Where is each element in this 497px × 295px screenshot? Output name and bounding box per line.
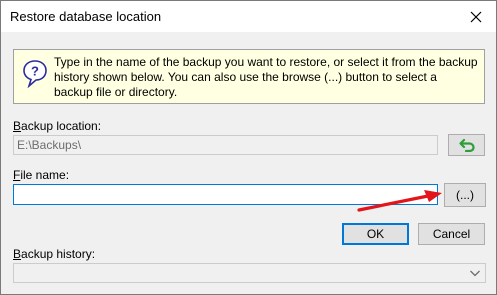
info-text: Type in the name of the backup you want … (54, 55, 478, 99)
cancel-button-label: Cancel (432, 227, 471, 241)
question-mark-icon: ? (23, 60, 47, 88)
window-title: Restore database location (10, 9, 162, 24)
title-bar: Restore database location (1, 1, 496, 32)
file-name-label: File name: (13, 168, 70, 182)
cancel-button[interactable]: Cancel (418, 223, 485, 245)
browse-button[interactable]: (...) (444, 183, 486, 207)
chevron-down-icon (470, 270, 480, 277)
restore-database-dialog: Restore database location ? Type in the … (0, 0, 497, 295)
svg-text:?: ? (31, 64, 39, 79)
browse-button-label: (...) (456, 188, 474, 202)
ok-button[interactable]: OK (342, 223, 409, 245)
ok-button-label: OK (366, 227, 385, 241)
backup-location-label: Backup location: (13, 119, 102, 133)
close-button[interactable] (456, 1, 496, 32)
backup-history-dropdown[interactable] (13, 263, 486, 283)
close-icon (470, 11, 482, 22)
info-panel: ? Type in the name of the backup you wan… (13, 49, 485, 104)
backup-history-label: Backup history: (13, 247, 96, 261)
reset-location-button[interactable] (448, 134, 485, 156)
undo-arrow-icon (458, 138, 475, 152)
backup-location-field[interactable] (13, 135, 438, 155)
file-name-input[interactable] (13, 184, 438, 205)
